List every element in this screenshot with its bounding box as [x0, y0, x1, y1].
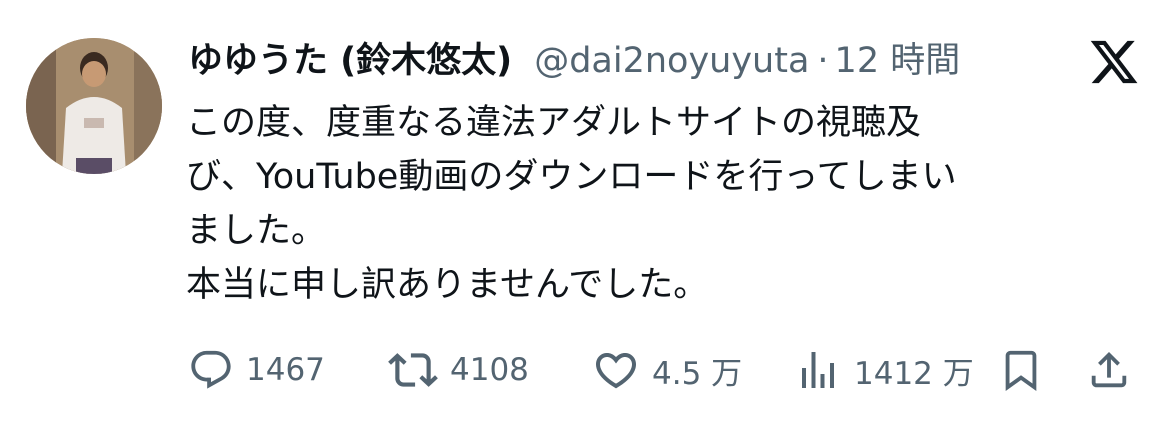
views-button[interactable]: 1412 万	[794, 340, 974, 400]
retweet-count: 4108	[450, 352, 529, 388]
retweet-icon	[388, 353, 438, 387]
tweet-text: この度、度重なる違法アダルトサイトの視聴及 び、YouTube動画のダウンロード…	[186, 96, 1146, 312]
heart-icon	[595, 353, 637, 389]
action-bar: 1467 4108 4.5 万 1412 万	[0, 340, 1170, 400]
bookmark-button[interactable]	[998, 340, 1044, 400]
tweet-text-line: 本当に申し訳ありませんでした。	[186, 265, 709, 305]
timestamp[interactable]: 12 時間	[835, 36, 961, 86]
x-logo-icon	[1088, 36, 1140, 88]
views-chart-icon	[802, 352, 834, 388]
tweet-text-line: この度、度重なる違法アダルトサイトの視聴及	[186, 103, 922, 143]
share-icon	[1091, 351, 1127, 388]
tweet-header: ゆゆうた (鈴木悠太) @dai2noyuyuta · 12 時間	[188, 36, 960, 86]
user-handle[interactable]: @dai2noyuyuta	[534, 36, 809, 86]
separator-dot: ·	[817, 41, 829, 81]
tweet-text-line: ました。	[186, 211, 327, 251]
like-button[interactable]: 4.5 万	[592, 340, 742, 400]
avatar-photo	[26, 38, 162, 174]
reply-button[interactable]: 1467	[188, 340, 325, 400]
display-name[interactable]: ゆゆうた (鈴木悠太)	[188, 36, 512, 86]
share-button[interactable]	[1086, 340, 1132, 400]
tweet-card: ゆゆうた (鈴木悠太) @dai2noyuyuta · 12 時間 この度、度重…	[0, 0, 1170, 442]
tweet-text-line: び、YouTube動画のダウンロードを行ってしまい	[186, 157, 957, 197]
retweet-button[interactable]: 4108	[388, 340, 529, 400]
like-count: 4.5 万	[652, 355, 743, 392]
avatar[interactable]	[26, 38, 162, 174]
views-count: 1412 万	[854, 355, 974, 392]
reply-icon	[191, 350, 231, 389]
bookmark-icon	[1005, 350, 1037, 391]
reply-count: 1467	[246, 352, 325, 388]
